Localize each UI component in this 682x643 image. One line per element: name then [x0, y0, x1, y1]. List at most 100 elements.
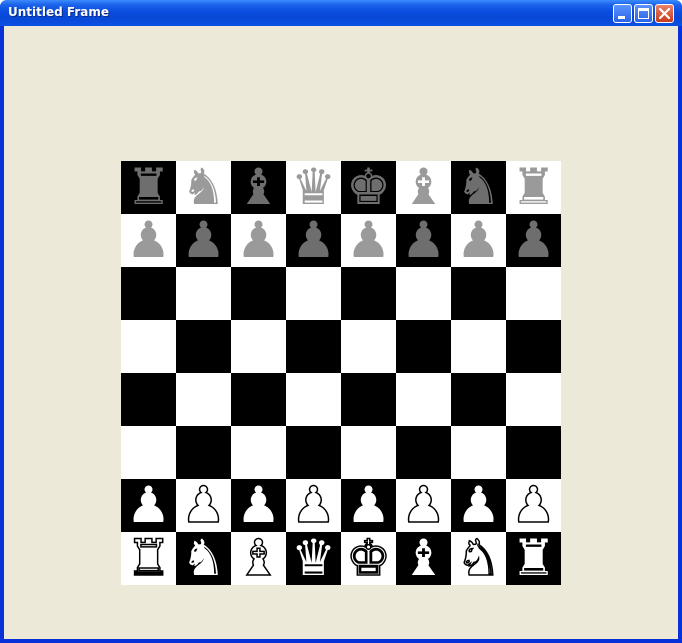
square-b3[interactable]: [176, 426, 231, 479]
white-knight-g1[interactable]: ♞: [451, 531, 506, 586]
square-b8[interactable]: ♞: [176, 161, 231, 214]
white-pawn-b2[interactable]: ♟: [176, 478, 231, 533]
square-b6[interactable]: [176, 267, 231, 320]
square-e6[interactable]: [341, 267, 396, 320]
square-a5[interactable]: [121, 320, 176, 373]
square-d2[interactable]: ♟: [286, 478, 341, 533]
black-rook-h8[interactable]: ♜: [506, 161, 561, 214]
square-g6[interactable]: [451, 267, 506, 320]
square-c2[interactable]: ♟: [231, 479, 286, 532]
square-e8[interactable]: ♚: [341, 161, 396, 214]
black-queen-d8[interactable]: ♛: [286, 161, 341, 214]
black-pawn-c7[interactable]: ♟: [231, 214, 286, 267]
white-rook-h1[interactable]: ♜: [506, 532, 561, 585]
black-bishop-f8[interactable]: ♝: [396, 161, 451, 214]
square-h2[interactable]: ♟: [506, 478, 561, 533]
square-c3[interactable]: [231, 426, 286, 479]
square-e4[interactable]: [341, 373, 396, 426]
black-pawn-b7[interactable]: ♟: [176, 214, 231, 267]
square-h7[interactable]: ♟: [506, 214, 561, 267]
square-a1[interactable]: ♜: [121, 531, 176, 586]
white-knight-b1[interactable]: ♞: [176, 532, 231, 585]
square-g4[interactable]: [451, 373, 506, 426]
square-a2[interactable]: ♟: [121, 479, 176, 532]
white-pawn-h2[interactable]: ♟: [506, 478, 561, 533]
square-a3[interactable]: [121, 426, 176, 479]
square-a4[interactable]: [121, 373, 176, 426]
square-g8[interactable]: ♞: [451, 161, 506, 214]
black-pawn-d7[interactable]: ♟: [286, 214, 341, 267]
square-g3[interactable]: [451, 426, 506, 479]
square-g7[interactable]: ♟: [451, 214, 506, 267]
black-pawn-e7[interactable]: ♟: [341, 214, 396, 267]
square-c6[interactable]: [231, 267, 286, 320]
square-c1[interactable]: ♝: [231, 531, 286, 586]
square-c5[interactable]: [231, 320, 286, 373]
square-b1[interactable]: ♞: [176, 532, 231, 585]
square-g5[interactable]: [451, 320, 506, 373]
white-pawn-g2[interactable]: ♟: [451, 479, 506, 532]
black-pawn-g7[interactable]: ♟: [451, 214, 506, 267]
black-pawn-h7[interactable]: ♟: [506, 214, 561, 267]
square-d8[interactable]: ♛: [286, 161, 341, 214]
square-d4[interactable]: [286, 373, 341, 426]
square-d1[interactable]: ♛: [286, 532, 341, 585]
square-f7[interactable]: ♟: [396, 214, 451, 267]
square-f3[interactable]: [396, 426, 451, 479]
square-c7[interactable]: ♟: [231, 214, 286, 267]
black-knight-g8[interactable]: ♞: [451, 161, 506, 214]
square-h8[interactable]: ♜: [506, 161, 561, 214]
black-king-e8[interactable]: ♚: [341, 161, 396, 214]
square-d5[interactable]: [286, 320, 341, 373]
square-d7[interactable]: ♟: [286, 214, 341, 267]
square-f4[interactable]: [396, 373, 451, 426]
white-bishop-f1[interactable]: ♝: [396, 532, 451, 585]
square-b4[interactable]: [176, 373, 231, 426]
white-rook-a1[interactable]: ♜: [121, 531, 176, 586]
square-e7[interactable]: ♟: [341, 214, 396, 267]
black-pawn-f7[interactable]: ♟: [396, 214, 451, 267]
close-button[interactable]: [655, 4, 674, 23]
square-h4[interactable]: [506, 373, 561, 426]
square-c8[interactable]: ♝: [231, 161, 286, 214]
square-f2[interactable]: ♟: [396, 478, 451, 533]
square-b7[interactable]: ♟: [176, 214, 231, 267]
square-h6[interactable]: [506, 267, 561, 320]
black-bishop-c8[interactable]: ♝: [231, 161, 286, 214]
black-pawn-a7[interactable]: ♟: [121, 214, 176, 267]
square-h3[interactable]: [506, 426, 561, 479]
square-g2[interactable]: ♟: [451, 479, 506, 532]
square-d6[interactable]: [286, 267, 341, 320]
black-knight-b8[interactable]: ♞: [176, 161, 231, 214]
square-e1[interactable]: ♚: [341, 531, 396, 586]
square-e5[interactable]: [341, 320, 396, 373]
square-f5[interactable]: [396, 320, 451, 373]
square-f1[interactable]: ♝: [396, 532, 451, 585]
white-pawn-a2[interactable]: ♟: [121, 479, 176, 532]
square-h5[interactable]: [506, 320, 561, 373]
square-a8[interactable]: ♜: [121, 161, 176, 214]
square-a7[interactable]: ♟: [121, 214, 176, 267]
square-c4[interactable]: [231, 373, 286, 426]
square-f8[interactable]: ♝: [396, 161, 451, 214]
white-king-e1[interactable]: ♚: [341, 531, 396, 586]
maximize-button[interactable]: [634, 4, 653, 23]
square-b2[interactable]: ♟: [176, 478, 231, 533]
black-rook-a8[interactable]: ♜: [121, 161, 176, 214]
minimize-button[interactable]: [613, 4, 632, 23]
square-g1[interactable]: ♞: [451, 531, 506, 586]
white-queen-d1[interactable]: ♛: [286, 532, 341, 585]
white-pawn-d2[interactable]: ♟: [286, 478, 341, 533]
square-b5[interactable]: [176, 320, 231, 373]
square-f6[interactable]: [396, 267, 451, 320]
square-a6[interactable]: [121, 267, 176, 320]
white-pawn-f2[interactable]: ♟: [396, 478, 451, 533]
white-bishop-c1[interactable]: ♝: [231, 531, 286, 586]
square-e3[interactable]: [341, 426, 396, 479]
white-pawn-c2[interactable]: ♟: [231, 479, 286, 532]
square-h1[interactable]: ♜: [506, 532, 561, 585]
square-e2[interactable]: ♟: [341, 479, 396, 532]
title-bar[interactable]: Untitled Frame: [0, 0, 682, 26]
square-d3[interactable]: [286, 426, 341, 479]
white-pawn-e2[interactable]: ♟: [341, 479, 396, 532]
